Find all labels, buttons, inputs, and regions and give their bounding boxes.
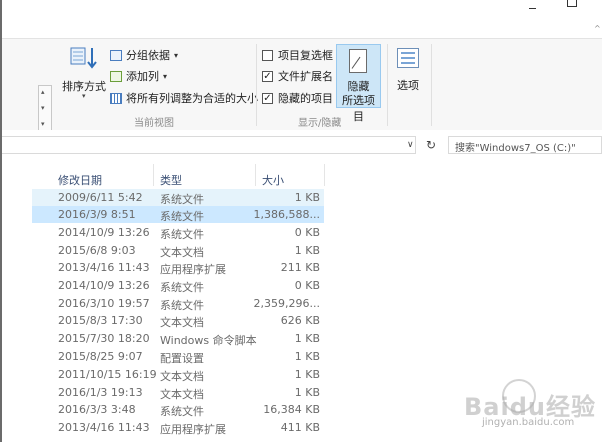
- group-label-show-hide: 显示/隐藏: [298, 118, 342, 129]
- file-row[interactable]: 2013/4/16 11:43 应用程序扩展 211 KB: [32, 259, 324, 276]
- column-header-size[interactable]: 大小: [262, 172, 284, 188]
- refresh-icon[interactable]: ↻: [426, 138, 436, 152]
- baidu-watermark: Baidu经验 jingyan.baidu.com: [458, 377, 598, 439]
- group-by-button[interactable]: 分组依据 ▾: [110, 47, 178, 63]
- chevron-down-icon[interactable]: ▾: [41, 104, 45, 112]
- item-checkboxes-toggle[interactable]: 项目复选框: [262, 47, 333, 63]
- file-row[interactable]: 2016/3/10 19:57 系统文件 2,359,296...: [32, 295, 324, 312]
- add-columns-icon: [110, 70, 122, 82]
- file-row[interactable]: 2014/10/9 13:26 系统文件 0 KB: [32, 277, 324, 294]
- size-all-columns-label: 将所有列调整为合适的大小: [126, 92, 258, 105]
- column-header-date[interactable]: 修改日期: [58, 172, 102, 188]
- hide-items-icon: [349, 49, 367, 73]
- file-extensions-toggle[interactable]: ✓ 文件扩展名: [262, 68, 333, 84]
- file-row[interactable]: 2015/8/25 9:07 配置设置 1 KB: [32, 348, 324, 365]
- address-bar-row: ∨ ↻ 搜索"Windows7_OS (C:)": [2, 130, 602, 158]
- column-divider[interactable]: [153, 164, 154, 186]
- group-label-current-view: 当前视图: [134, 118, 174, 129]
- watermark-url: jingyan.baidu.com: [482, 417, 575, 428]
- ribbon-divider: [387, 44, 388, 126]
- file-row[interactable]: 2015/8/3 17:30 文本文档 626 KB: [32, 312, 324, 329]
- chevron-up-icon[interactable]: ▴: [41, 88, 45, 96]
- file-extensions-label: 文件扩展名: [278, 70, 333, 83]
- title-bar: ^: [2, 0, 602, 38]
- chevron-down-icon[interactable]: ∨: [407, 140, 414, 150]
- address-bar[interactable]: [2, 136, 416, 154]
- column-header-type[interactable]: 类型: [160, 172, 182, 188]
- column-divider[interactable]: [255, 164, 256, 186]
- sort-by-icon[interactable]: [70, 46, 98, 74]
- ribbon-divider: [256, 44, 257, 126]
- column-header-row: 修改日期 类型 大小: [2, 164, 602, 188]
- search-input[interactable]: 搜索"Windows7_OS (C:)": [448, 136, 602, 154]
- expand-down-icon[interactable]: ▾: [41, 120, 45, 128]
- group-by-label: 分组依据: [126, 49, 170, 62]
- checkbox-checked-icon[interactable]: ✓: [262, 70, 273, 82]
- size-columns-icon: [110, 92, 122, 104]
- file-row[interactable]: 2015/6/8 9:03 文本文档 1 KB: [32, 242, 324, 259]
- file-row[interactable]: 2016/1/3 19:13 文本文档 1 KB: [32, 384, 324, 401]
- maximize-icon[interactable]: [564, 0, 578, 8]
- column-divider[interactable]: [324, 164, 325, 186]
- hide-selected-label-2: 所选项目: [342, 94, 375, 123]
- chevron-down-icon: ▾: [174, 50, 179, 60]
- add-columns-label: 添加列: [126, 70, 159, 83]
- ribbon-scroll-control[interactable]: ▴ ▾ ▾: [38, 85, 52, 135]
- chevron-down-icon: ▾: [163, 71, 168, 81]
- chevron-down-icon: ▾: [82, 92, 86, 100]
- hidden-items-toggle[interactable]: ✓ 隐藏的项目: [262, 90, 333, 106]
- group-by-icon: [110, 49, 122, 61]
- ribbon-divider: [431, 44, 432, 126]
- file-row[interactable]: 2016/3/3 3:48 系统文件 16,384 KB: [32, 401, 324, 418]
- add-columns-button[interactable]: 添加列 ▾: [110, 68, 167, 84]
- checkbox-unchecked-icon[interactable]: [262, 49, 273, 61]
- checkbox-checked-icon[interactable]: ✓: [262, 92, 273, 104]
- hidden-items-label: 隐藏的项目: [278, 92, 333, 105]
- options-button[interactable]: 选项: [397, 77, 419, 93]
- options-icon[interactable]: [397, 48, 419, 68]
- file-row[interactable]: 2015/7/30 18:20 Windows 命令脚本 1 KB: [32, 330, 324, 347]
- size-all-columns-button[interactable]: 将所有列调整为合适的大小: [110, 90, 258, 106]
- file-row[interactable]: 2014/10/9 13:26 系统文件 0 KB: [32, 224, 324, 241]
- file-row[interactable]: 2013/4/16 11:43 应用程序扩展 411 KB: [32, 419, 324, 436]
- file-row[interactable]: 2016/3/9 8:51 系统文件 1,386,588...: [32, 206, 324, 223]
- chevron-up-icon[interactable]: ^: [594, 24, 602, 33]
- hide-selected-items-button[interactable]: 隐藏 所选项目: [336, 44, 381, 123]
- item-checkboxes-label: 项目复选框: [278, 49, 333, 62]
- minimize-icon[interactable]: [527, 2, 539, 12]
- file-row[interactable]: 2009/6/11 5:42 系统文件 1 KB: [32, 189, 324, 206]
- file-row[interactable]: 2011/10/15 16:19 文本文档 1 KB: [32, 366, 324, 383]
